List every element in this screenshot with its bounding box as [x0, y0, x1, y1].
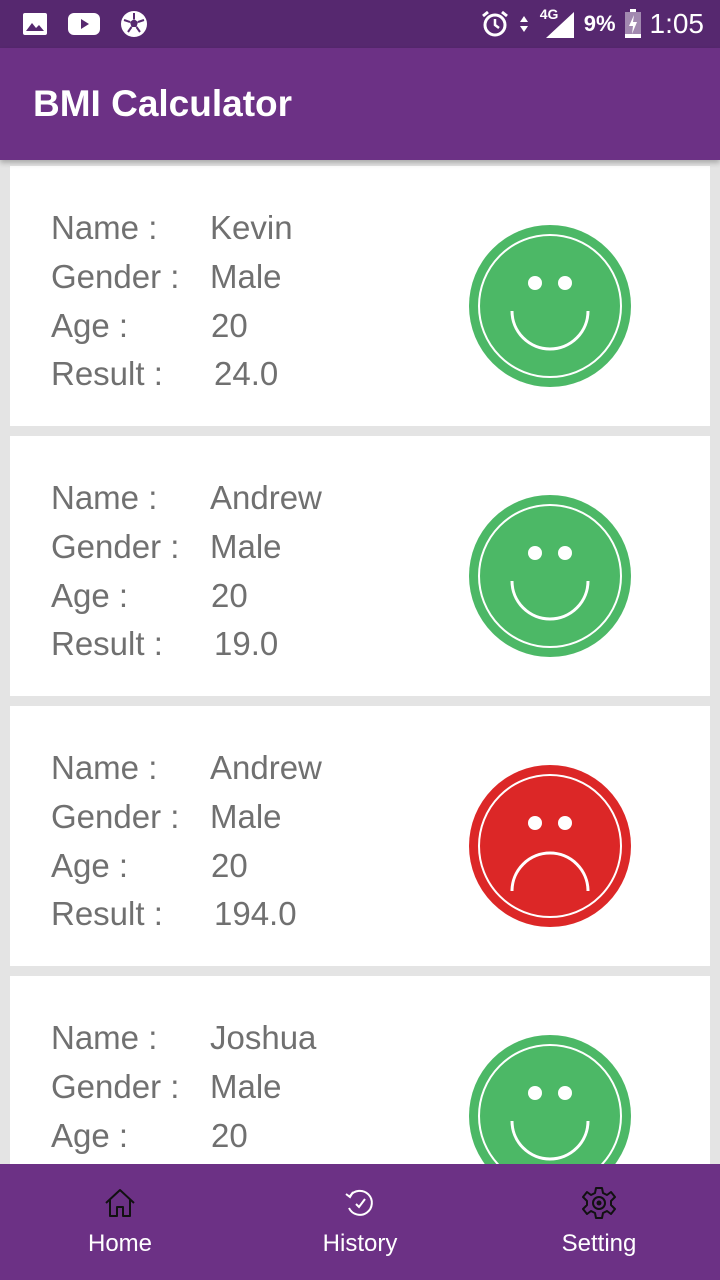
app-bar: BMI Calculator — [0, 48, 720, 160]
result-label: Result : — [51, 895, 163, 932]
gender-label: Gender : — [51, 258, 180, 295]
name-label: Name : — [51, 1019, 158, 1056]
record-card[interactable]: Name : Andrew Gender : Male Age : 20 Res… — [10, 706, 710, 966]
nav-setting[interactable]: Setting — [519, 1164, 679, 1280]
age-value: 20 — [211, 307, 248, 344]
age-label: Age : — [51, 847, 129, 884]
nav-history-label: History — [322, 1230, 398, 1257]
happy-face-icon — [469, 1035, 631, 1164]
network-type: 4G — [539, 6, 559, 22]
gender-value: Male — [210, 1068, 282, 1105]
happy-face-icon — [469, 495, 631, 657]
app-title: BMI Calculator — [33, 83, 293, 124]
result-value: 24.0 — [214, 355, 279, 392]
status-bar-notifications — [22, 0, 148, 48]
record-card[interactable]: Name : Joshua Gender : Male Age : 20 — [10, 976, 710, 1164]
soccer-ball-icon — [120, 10, 148, 38]
image-icon — [22, 12, 48, 36]
age-value: 20 — [211, 1117, 248, 1154]
name-label: Name : — [51, 479, 158, 516]
name-value: Joshua — [210, 1019, 317, 1056]
gender-value: Male — [210, 798, 282, 835]
nav-home-label: Home — [87, 1230, 153, 1257]
name-value: Andrew — [210, 749, 322, 786]
alarm-icon — [480, 9, 510, 39]
gender-value: Male — [210, 258, 282, 295]
nav-setting-label: Setting — [561, 1230, 637, 1257]
age-value: 20 — [211, 847, 248, 884]
battery-charging-icon — [624, 9, 642, 39]
nav-home[interactable]: Home — [40, 1164, 200, 1280]
gender-label: Gender : — [51, 1068, 180, 1105]
status-bar: 4G 9% 1:05 — [0, 0, 720, 48]
age-value: 20 — [211, 577, 248, 614]
nav-history[interactable]: History — [280, 1164, 440, 1280]
name-value: Kevin — [210, 209, 293, 246]
gender-value: Male — [210, 528, 282, 565]
status-bar-system: 4G 9% 1:05 — [480, 0, 704, 48]
result-value: 19.0 — [214, 625, 279, 662]
sad-face-icon — [469, 765, 631, 927]
name-label: Name : — [51, 749, 158, 786]
history-icon — [345, 1189, 373, 1216]
record-card[interactable]: Name : Kevin Gender : Male Age : 20 Resu… — [10, 166, 710, 426]
record-card[interactable]: Name : Andrew Gender : Male Age : 20 Res… — [10, 436, 710, 696]
age-label: Age : — [51, 1117, 129, 1154]
age-label: Age : — [51, 577, 129, 614]
age-label: Age : — [51, 307, 129, 344]
name-label: Name : — [51, 209, 158, 246]
history-list[interactable]: Name : Kevin Gender : Male Age : 20 Resu… — [0, 160, 720, 1164]
gear-icon — [582, 1187, 616, 1219]
battery-percent: 9% — [583, 11, 616, 36]
gender-label: Gender : — [51, 528, 180, 565]
home-icon — [105, 1189, 135, 1217]
data-arrows-icon — [518, 12, 530, 36]
result-label: Result : — [51, 625, 163, 662]
happy-face-icon — [469, 225, 631, 387]
bottom-navigation: Home History Setting — [0, 1164, 720, 1280]
signal-4g-icon: 4G — [538, 6, 576, 40]
result-label: Result : — [51, 355, 163, 392]
result-value: 194.0 — [214, 895, 297, 932]
gender-label: Gender : — [51, 798, 180, 835]
clock: 1:05 — [649, 8, 705, 39]
name-value: Andrew — [210, 479, 322, 516]
youtube-icon — [68, 12, 100, 36]
